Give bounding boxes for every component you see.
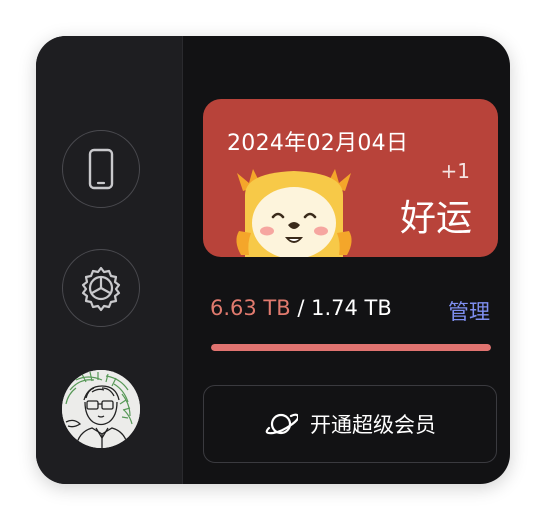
vip-upgrade-button[interactable]: 开通超级会员 xyxy=(203,385,497,463)
luck-word: 好运 xyxy=(399,198,472,239)
phone-icon xyxy=(88,148,114,190)
sidebar xyxy=(36,36,183,484)
planet-icon xyxy=(265,413,298,435)
avatar-sketch-image xyxy=(62,370,140,448)
phone-button[interactable] xyxy=(62,130,140,208)
luck-plus-count: +1 xyxy=(440,159,470,183)
daily-luck-card[interactable]: 2024年02月04日 +1 好运 xyxy=(203,99,498,257)
settings-gear-icon xyxy=(81,266,121,312)
app-panel: 2024年02月04日 +1 好运 6.63 TB / 1.74 TB 管理 开… xyxy=(36,36,510,484)
dragon-mascot-illustration xyxy=(236,169,352,257)
storage-progress-fill xyxy=(211,344,491,351)
main-panel: 2024年02月04日 +1 好运 6.63 TB / 1.74 TB 管理 开… xyxy=(183,36,510,484)
manage-link[interactable]: 管理 xyxy=(448,296,490,326)
storage-separator: / xyxy=(290,296,312,320)
storage-total: 1.74 TB xyxy=(311,296,392,320)
storage-progress-bar xyxy=(211,344,491,351)
luck-date: 2024年02月04日 xyxy=(227,131,409,156)
user-avatar[interactable] xyxy=(62,370,140,448)
vip-upgrade-label: 开通超级会员 xyxy=(310,413,436,437)
storage-used: 6.63 TB xyxy=(210,296,291,320)
settings-button[interactable] xyxy=(62,249,140,327)
